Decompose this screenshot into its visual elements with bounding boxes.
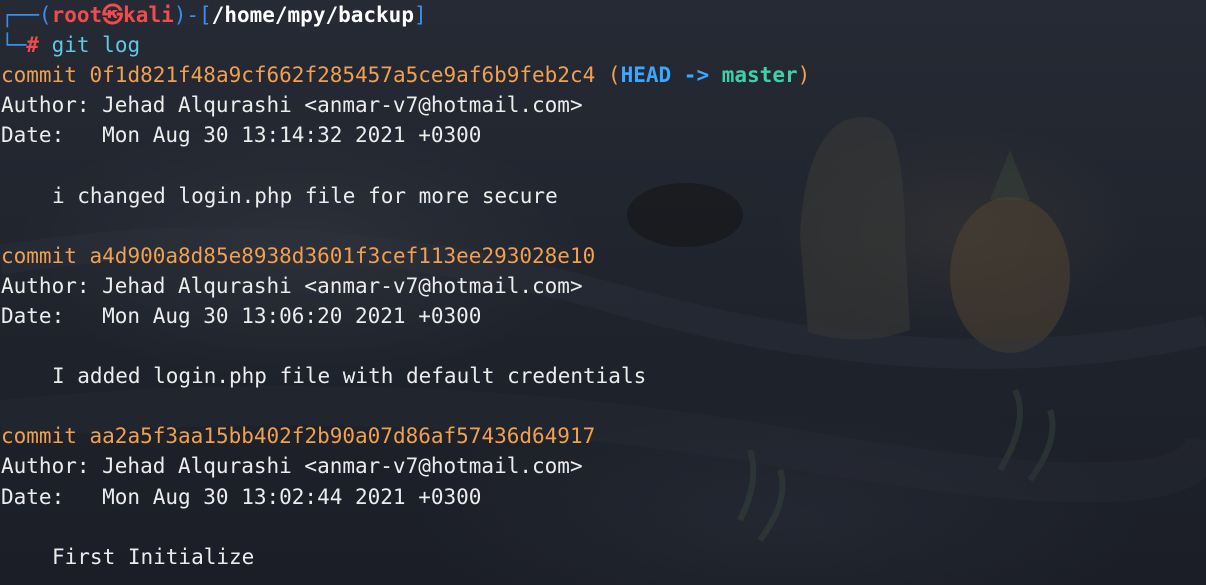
commit-label: commit [1,63,77,88]
commit-author: Author: Jehad Alqurashi <anmar-v7@hotmai… [1,93,583,118]
commit-header: commit 0f1d821f48a9cf662f285457a5ce9af6b… [0,60,1206,90]
prompt-separator: )-[ [173,3,212,27]
kali-skull-icon: ㉿ [102,3,124,27]
terminal-output: ┌──(root㉿kali)-[/home/mpy/backup] └─# gi… [0,0,1206,572]
ref-head: HEAD [620,63,672,88]
prompt-path: /home/mpy/backup [211,3,414,27]
commit-date: Date: Mon Aug 30 13:14:32 2021 +0300 [1,123,482,148]
commit-author: Author: Jehad Alqurashi <anmar-v7@hotmai… [1,273,583,298]
prompt-user: root [51,3,103,27]
commit-hash: 0f1d821f48a9cf662f285457a5ce9af6b9feb2c4 [89,63,596,88]
commit-label: commit [1,424,77,449]
commit-header: commit aa2a5f3aa15bb402f2b90a07d86af5743… [0,421,1206,451]
command-line[interactable]: └─# git log [0,30,1206,60]
prompt-frame-top: ┌──( [1,3,52,27]
commit-author: Author: Jehad Alqurashi <anmar-v7@hotmai… [1,454,583,479]
ref-close-paren: ) [797,63,811,88]
command-text: git log [51,33,141,58]
commit-hash: aa2a5f3aa15bb402f2b90a07d86af57436d64917 [89,424,596,449]
ref-branch: master [721,63,798,88]
terminal-window[interactable]: ┌──(root㉿kali)-[/home/mpy/backup] └─# gi… [0,0,1206,585]
commit-date: Date: Mon Aug 30 13:06:20 2021 +0300 [1,303,482,328]
prompt-host: kali [123,3,174,27]
commit-message: First Initialize [52,544,255,569]
commit-message: I added login.php file with default cred… [52,364,647,389]
prompt-bracket-close: ] [413,3,427,27]
prompt-hash: # [26,33,39,58]
commit-hash: a4d900a8d85e8938d3601f3cef113ee293028e10 [89,243,596,268]
commit-label: commit [1,243,77,268]
commit-message: i changed login.php file for more secure [52,183,558,208]
ref-open-paren: ( [607,63,621,88]
commit-header: commit a4d900a8d85e8938d3601f3cef113ee29… [0,241,1206,271]
commit-date: Date: Mon Aug 30 13:02:44 2021 +0300 [1,484,482,509]
ref-arrow: -> [683,63,710,88]
prompt-frame-bottom: └─ [1,33,27,58]
prompt-line: ┌──(root㉿kali)-[/home/mpy/backup] [0,0,1206,30]
